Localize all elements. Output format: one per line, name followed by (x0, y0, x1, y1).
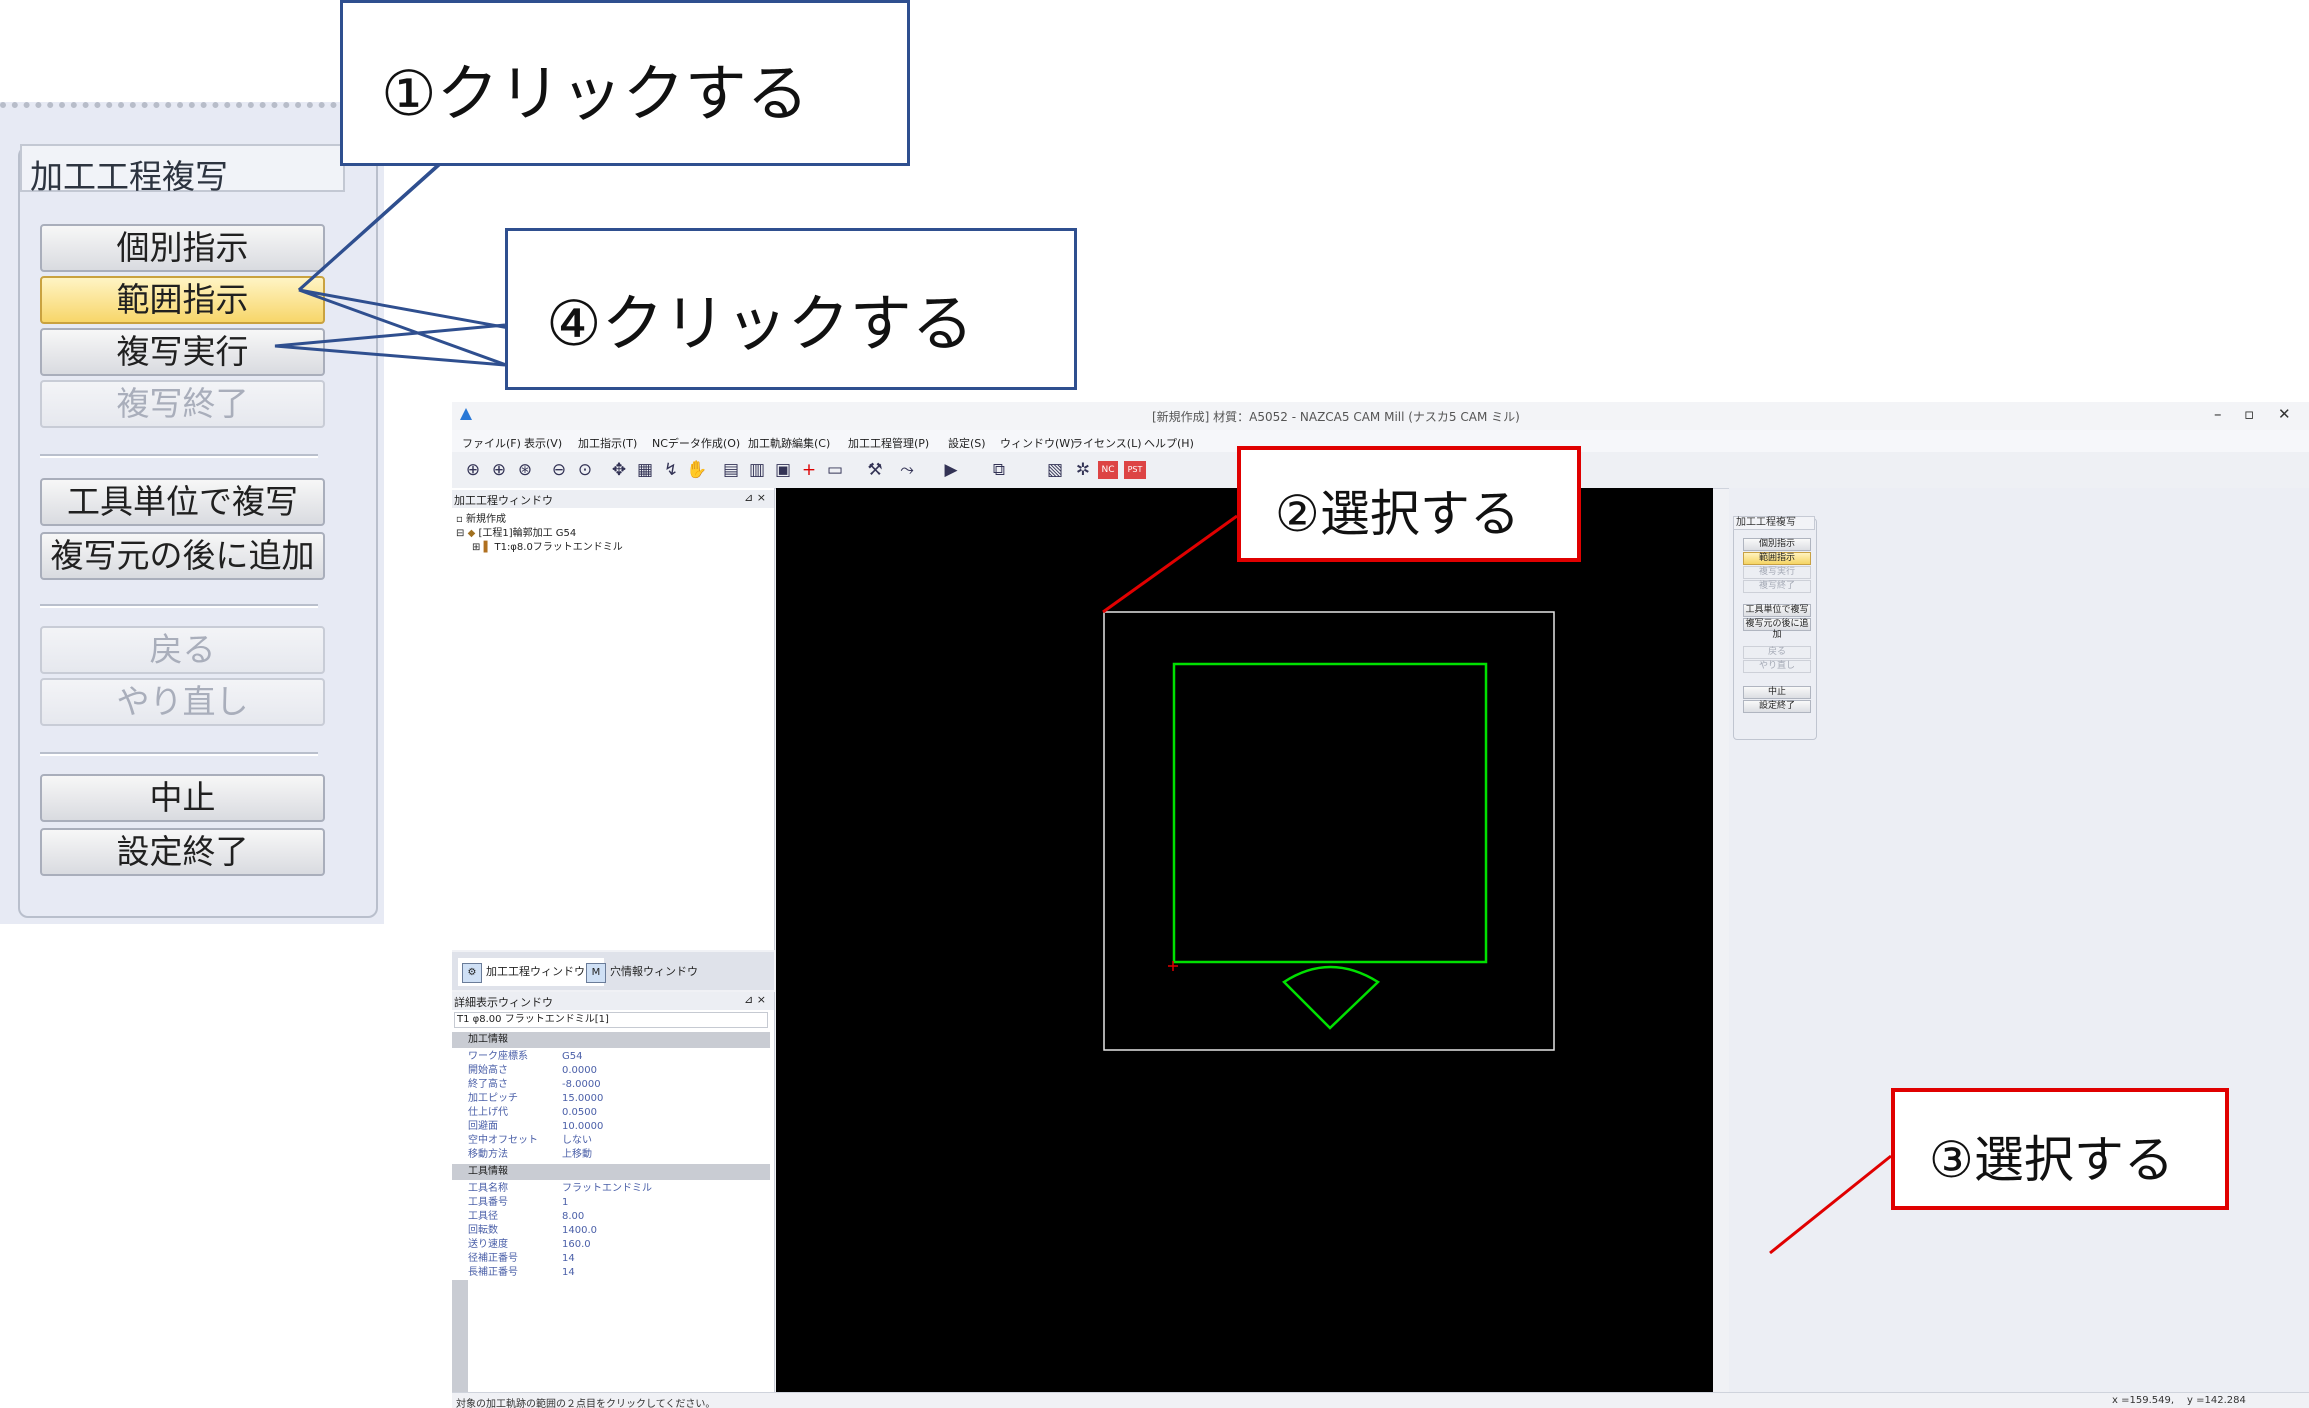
callout-3: ③選択する (1891, 1088, 2229, 1210)
callout2-leader (1102, 514, 1238, 614)
callout-2-text: ②選択する (1275, 485, 1520, 543)
callout-1-text: ①クリックする (381, 57, 809, 130)
callout3-leader (1769, 1154, 1892, 1255)
callout4-tail (274, 323, 506, 367)
callout-2: ②選択する (1237, 446, 1581, 562)
callout-1: ①クリックする (340, 0, 910, 166)
callout-3-text: ③選択する (1929, 1131, 2174, 1189)
callout-4: ④クリックする (505, 228, 1077, 390)
callout-4-text: ④クリックする (546, 287, 974, 360)
